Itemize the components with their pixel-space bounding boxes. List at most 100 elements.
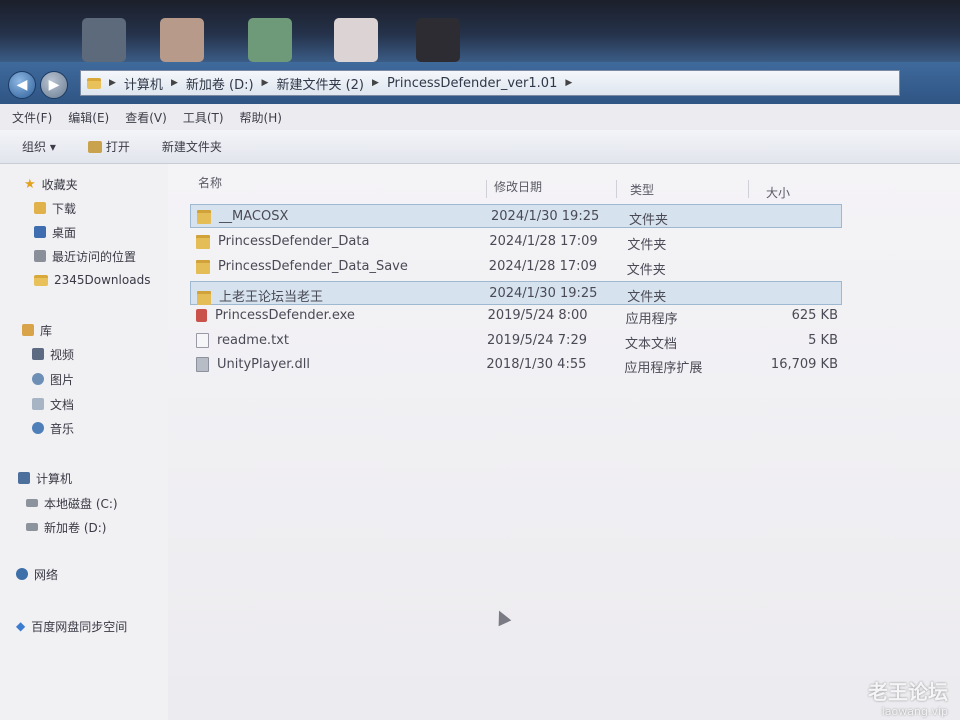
breadcrumb-volume[interactable]: 新加卷 (D:)	[186, 74, 254, 93]
file-list-pane: 名称 修改日期 类型 大小 __MACOSX 2024/1/30 19:25 文件夹…	[168, 164, 960, 720]
file-name-cell: PrincessDefender_Data_Save	[196, 259, 408, 274]
column-divider[interactable]	[616, 180, 617, 198]
open-button[interactable]: 打开	[87, 138, 130, 155]
desktop-shortcut-icon[interactable]	[160, 18, 204, 62]
menu-edit[interactable]: 编辑(E)	[68, 109, 109, 126]
chevron-right-icon[interactable]: ▶	[171, 78, 178, 88]
nav-computer[interactable]: 计算机	[18, 468, 72, 488]
chevron-right-icon[interactable]: ▶	[372, 78, 379, 88]
sync-icon: ◆	[16, 619, 26, 633]
file-row[interactable]: __MACOSX 2024/1/30 19:25 文件夹	[190, 204, 842, 228]
document-icon	[32, 398, 44, 410]
file-name: readme.txt	[217, 333, 289, 348]
menu-bar: 文件(F) 编辑(E) 查看(V) 工具(T) 帮助(H)	[0, 104, 960, 130]
chevron-right-icon[interactable]: ▶	[109, 78, 116, 88]
file-size: 625 KB	[791, 308, 838, 323]
file-name-cell: 上老王论坛当老王	[197, 286, 323, 305]
file-type: 文件夹	[629, 213, 669, 228]
nav-pictures[interactable]: 图片	[32, 369, 74, 389]
column-name[interactable]: 名称	[198, 174, 222, 191]
breadcrumb[interactable]: ▶ 计算机 ▶ 新加卷 (D:) ▶ 新建文件夹 (2) ▶ PrincessD…	[80, 70, 900, 96]
nav-libraries[interactable]: 库	[22, 320, 52, 340]
column-size[interactable]: 大小	[766, 184, 790, 201]
nav-favorites[interactable]: ★ 收藏夹	[24, 174, 78, 194]
file-name: PrincessDefender.exe	[215, 308, 355, 323]
folder-icon	[34, 274, 48, 286]
column-type[interactable]: 类型	[630, 181, 654, 198]
nav-desktop-label: 桌面	[52, 225, 77, 240]
file-name-cell: PrincessDefender.exe	[196, 308, 355, 323]
nav-music-label: 音乐	[50, 421, 75, 436]
column-date[interactable]: 修改日期	[494, 178, 542, 195]
nav-downloads-label: 下载	[52, 201, 77, 216]
nav-baidu-sync[interactable]: ◆ 百度网盘同步空间	[16, 616, 127, 636]
file-size: 16,709 KB	[770, 357, 838, 372]
nav-videos[interactable]: 视频	[32, 344, 74, 364]
nav-documents-label: 文档	[50, 397, 75, 412]
watermark-title: 老王论坛	[868, 680, 948, 704]
nav-documents[interactable]: 文档	[32, 394, 74, 414]
file-row[interactable]: UnityPlayer.dll 2018/1/30 4:55 应用程序扩展 16,70…	[190, 353, 842, 377]
nav-recent[interactable]: 最近访问的位置	[34, 246, 136, 266]
file-row[interactable]: 上老王论坛当老王 2024/1/30 19:25 文件夹	[190, 281, 842, 305]
file-date: 2018/1/30 4:55	[486, 357, 587, 372]
file-type: 文件夹	[627, 290, 667, 305]
organize-button[interactable]: 组织 ▾	[22, 138, 56, 155]
nav-network-label: 网络	[34, 567, 59, 582]
chevron-right-icon[interactable]: ▶	[262, 78, 269, 88]
chevron-right-icon[interactable]: ▶	[565, 78, 572, 88]
nav-favorites-label: 收藏夹	[41, 177, 78, 192]
file-date: 2019/5/24 7:29	[487, 333, 587, 348]
drive-icon	[26, 523, 38, 531]
folder-icon	[197, 290, 211, 305]
nav-new-volume[interactable]: 新加卷 (D:)	[26, 517, 106, 537]
file-type: 文件夹	[627, 238, 667, 253]
desktop-shortcut-icon[interactable]	[248, 18, 292, 62]
desktop-shortcut-icon[interactable]	[334, 18, 378, 62]
file-row[interactable]: PrincessDefender_Data 2024/1/28 17:09 文件夹	[190, 230, 842, 254]
nav-2345downloads[interactable]: 2345Downloads	[34, 270, 150, 290]
nav-desktop[interactable]: 桌面	[34, 222, 76, 242]
file-type: 文件夹	[626, 263, 666, 278]
network-icon	[16, 568, 28, 580]
menu-tools[interactable]: 工具(T)	[183, 109, 224, 126]
breadcrumb-folder[interactable]: 新建文件夹 (2)	[276, 74, 364, 93]
file-type: 应用程序扩展	[624, 361, 703, 376]
menu-help[interactable]: 帮助(H)	[240, 109, 282, 126]
file-date: 2024/1/28 17:09	[488, 259, 598, 274]
folder-icon	[196, 259, 210, 274]
music-icon	[32, 422, 44, 434]
file-row[interactable]: readme.txt 2019/5/24 7:29 文本文档 5 KB	[190, 329, 842, 353]
file-date: 2024/1/30 19:25	[491, 209, 600, 224]
organize-label: 组织 ▾	[22, 140, 56, 154]
recent-places-icon	[34, 250, 46, 262]
text-file-icon	[196, 333, 209, 348]
file-row[interactable]: PrincessDefender_Data_Save 2024/1/28 17:0…	[190, 255, 842, 279]
address-bar-area: ◀ ▶ ▶ 计算机 ▶ 新加卷 (D:) ▶ 新建文件夹 (2) ▶ Princ…	[0, 62, 960, 104]
desktop-shortcut-icon[interactable]	[82, 18, 126, 62]
nav-music[interactable]: 音乐	[32, 418, 74, 438]
new-folder-label: 新建文件夹	[161, 140, 222, 154]
forward-button[interactable]: ▶	[40, 71, 68, 99]
desktop-shortcut-icon[interactable]	[416, 18, 460, 62]
file-name-cell: readme.txt	[196, 333, 289, 348]
nav-downloads[interactable]: 下载	[34, 198, 76, 218]
column-divider[interactable]	[486, 180, 487, 198]
menu-file[interactable]: 文件(F)	[12, 109, 52, 126]
nav-videos-label: 视频	[50, 347, 75, 362]
column-divider[interactable]	[748, 180, 749, 198]
back-button[interactable]: ◀	[8, 71, 36, 99]
open-icon	[87, 140, 102, 153]
nav-local-disk[interactable]: 本地磁盘 (C:)	[26, 493, 118, 513]
file-row[interactable]: PrincessDefender.exe 2019/5/24 8:00 应用程序 62…	[190, 304, 842, 328]
new-folder-button[interactable]: 新建文件夹	[162, 138, 222, 155]
nav-network[interactable]: 网络	[16, 564, 58, 584]
file-name-cell: UnityPlayer.dll	[196, 357, 310, 372]
nav-recent-label: 最近访问的位置	[52, 249, 137, 264]
breadcrumb-current[interactable]: PrincessDefender_ver1.01	[387, 76, 557, 91]
command-toolbar: 组织 ▾ 打开 新建文件夹	[0, 130, 960, 164]
breadcrumb-computer[interactable]: 计算机	[124, 74, 163, 93]
file-name: __MACOSX	[219, 209, 289, 224]
picture-icon	[32, 373, 44, 385]
menu-view[interactable]: 查看(V)	[125, 109, 167, 126]
